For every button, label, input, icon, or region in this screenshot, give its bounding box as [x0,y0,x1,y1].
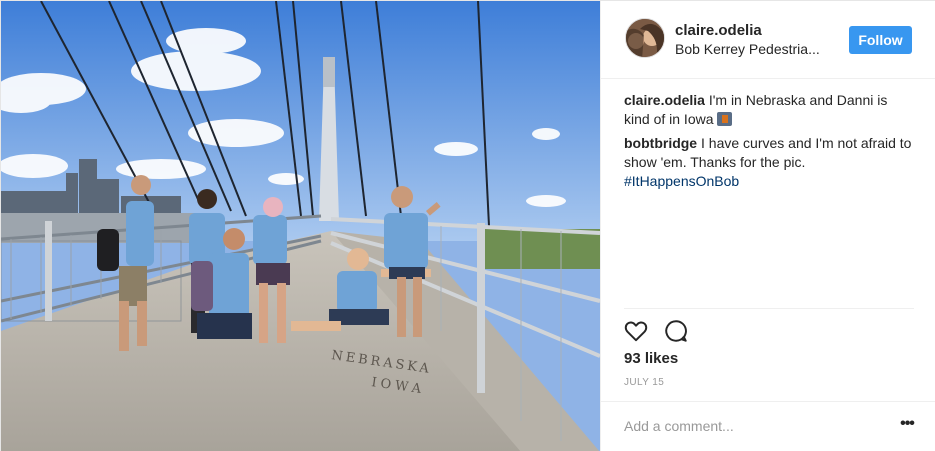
instagram-post: NEBRASKA IOWA claire.odelia Bob Kerrey P… [0,0,935,451]
comments-list: claire.odelia I'm in Nebraska and Danni … [624,91,914,196]
avatar[interactable] [625,18,665,58]
divider [624,308,914,309]
comment-item: claire.odelia I'm in Nebraska and Danni … [624,91,914,129]
heart-icon[interactable] [623,318,649,344]
comment-input[interactable] [624,415,874,437]
comment-item: bobtbridge I have curves and I'm not afr… [624,134,914,191]
post-header: claire.odelia Bob Kerrey Pedestria... Fo… [601,1,935,79]
hashtag-link[interactable]: #ItHappensOnBob [624,173,739,189]
state-flag-emoji-icon [716,112,732,126]
post-actions [623,318,723,344]
post-location[interactable]: Bob Kerrey Pedestria... [675,41,835,57]
more-options-icon[interactable]: ••• [897,416,917,436]
bridge-photo-illustration: NEBRASKA IOWA [1,1,600,451]
avatar-image [626,19,664,57]
post-username[interactable]: claire.odelia [675,22,762,39]
comment-username[interactable]: claire.odelia [624,92,705,108]
comment-icon[interactable] [663,318,689,344]
post-date[interactable]: JULY 15 [624,377,664,388]
follow-button[interactable]: Follow [849,26,912,54]
add-comment-bar: ••• [601,401,935,451]
post-photo[interactable]: NEBRASKA IOWA [1,1,600,451]
comment-username[interactable]: bobtbridge [624,135,697,151]
likes-count[interactable]: 93 likes [624,350,678,367]
post-side-panel: claire.odelia Bob Kerrey Pedestria... Fo… [600,1,935,451]
